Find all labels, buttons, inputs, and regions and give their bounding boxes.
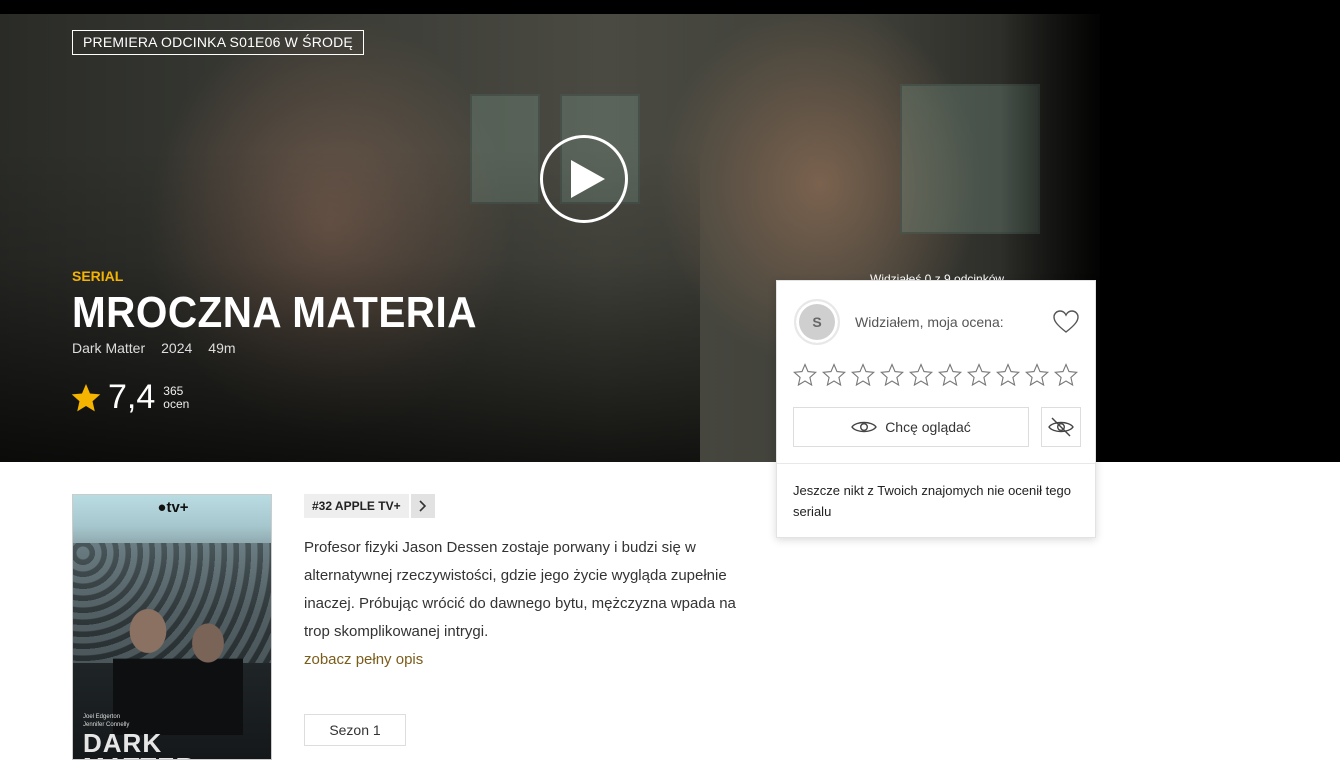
- panel-divider: [777, 463, 1095, 464]
- ranking-next-button[interactable]: [410, 494, 435, 518]
- episode-duration: 49m: [208, 340, 236, 356]
- star-outline-icon: [937, 363, 963, 387]
- page-title: MROCZNA MATERIA: [72, 288, 477, 337]
- star-outline-icon: [995, 363, 1021, 387]
- rating-count-number: 365: [163, 383, 184, 398]
- want-to-watch-button[interactable]: Chcę oglądać: [793, 407, 1029, 447]
- rating-star-3[interactable]: [850, 363, 876, 387]
- poster-cast: Joel Edgerton Jennifer Connelly: [83, 713, 129, 729]
- heart-icon: [1053, 310, 1079, 333]
- rating-star-8[interactable]: [995, 363, 1021, 387]
- poster-cast-line: Joel Edgerton: [83, 714, 121, 720]
- rating-star-9[interactable]: [1024, 363, 1050, 387]
- not-interested-button[interactable]: [1041, 407, 1081, 447]
- star-outline-icon: [792, 363, 818, 387]
- eye-icon: [851, 421, 878, 433]
- rating-star-10[interactable]: [1053, 363, 1079, 387]
- rating-star-4[interactable]: [879, 363, 905, 387]
- star-icon: [71, 383, 101, 411]
- rating-star-2[interactable]: [821, 363, 847, 387]
- ranking-label[interactable]: #32 APPLE TV+: [304, 494, 409, 518]
- rating-count: 365 ocen: [163, 383, 190, 411]
- top-bar: [0, 0, 1340, 14]
- avatar[interactable]: S: [794, 299, 840, 345]
- community-rating: 7,4 365 ocen: [70, 378, 189, 417]
- star-outline-icon: [1024, 363, 1050, 387]
- full-description-link[interactable]: zobacz pełny opis: [304, 646, 423, 674]
- seen-rating-label: Widziałem, moja ocena:: [855, 314, 1004, 330]
- content-type-label: SERIAL: [72, 268, 124, 284]
- play-trailer-button[interactable]: [540, 135, 628, 223]
- season-button[interactable]: Sezon 1: [304, 714, 406, 746]
- star-outline-icon: [821, 363, 847, 387]
- rating-star-5[interactable]: [908, 363, 934, 387]
- ranking-badge[interactable]: #32 APPLE TV+: [304, 494, 435, 518]
- eye-off-icon: [1048, 417, 1074, 437]
- poster-title: DARK MATTER: [83, 730, 195, 759]
- user-rating-panel: S Widziałem, moja ocena: Chcę oglądać Je…: [776, 280, 1096, 538]
- favorite-heart-button[interactable]: [1053, 310, 1079, 339]
- apple-tv-logo: ●tv+: [73, 499, 271, 516]
- want-to-watch-label: Chcę oglądać: [885, 419, 971, 435]
- friends-ratings-note: Jeszcze nikt z Twoich znajomych nie ocen…: [793, 483, 1071, 519]
- hero-backdrop: PREMIERA ODCINKA S01E06 W ŚRODĘ Widziałe…: [0, 14, 1340, 462]
- rating-stars: [792, 363, 1079, 387]
- release-year: 2024: [161, 340, 193, 356]
- premiere-badge: PREMIERA ODCINKA S01E06 W ŚRODĘ: [72, 30, 364, 55]
- play-icon: [571, 160, 605, 198]
- series-description: Profesor fizyki Jason Dessen zostaje por…: [304, 539, 736, 640]
- chevron-right-icon: [419, 500, 426, 512]
- rating-star-1[interactable]: [792, 363, 818, 387]
- rating-count-label: ocen: [163, 396, 190, 411]
- poster-title-line: MATTER: [83, 752, 195, 759]
- star-outline-icon: [966, 363, 992, 387]
- rating-star-7[interactable]: [966, 363, 992, 387]
- star-outline-icon: [850, 363, 876, 387]
- poster-brand: tv+: [166, 499, 189, 516]
- hero-black-area: [1100, 14, 1340, 462]
- rating-star-6[interactable]: [937, 363, 963, 387]
- series-poster[interactable]: ●tv+ Joel Edgerton Jennifer Connelly DAR…: [72, 494, 272, 760]
- rating-value: 7,4: [108, 378, 156, 416]
- star-outline-icon: [1053, 363, 1079, 387]
- star-outline-icon: [908, 363, 934, 387]
- original-title: Dark Matter: [72, 340, 146, 356]
- star-outline-icon: [879, 363, 905, 387]
- poster-figures: [113, 595, 243, 735]
- title-meta: Dark Matter 2024 49m: [72, 340, 236, 356]
